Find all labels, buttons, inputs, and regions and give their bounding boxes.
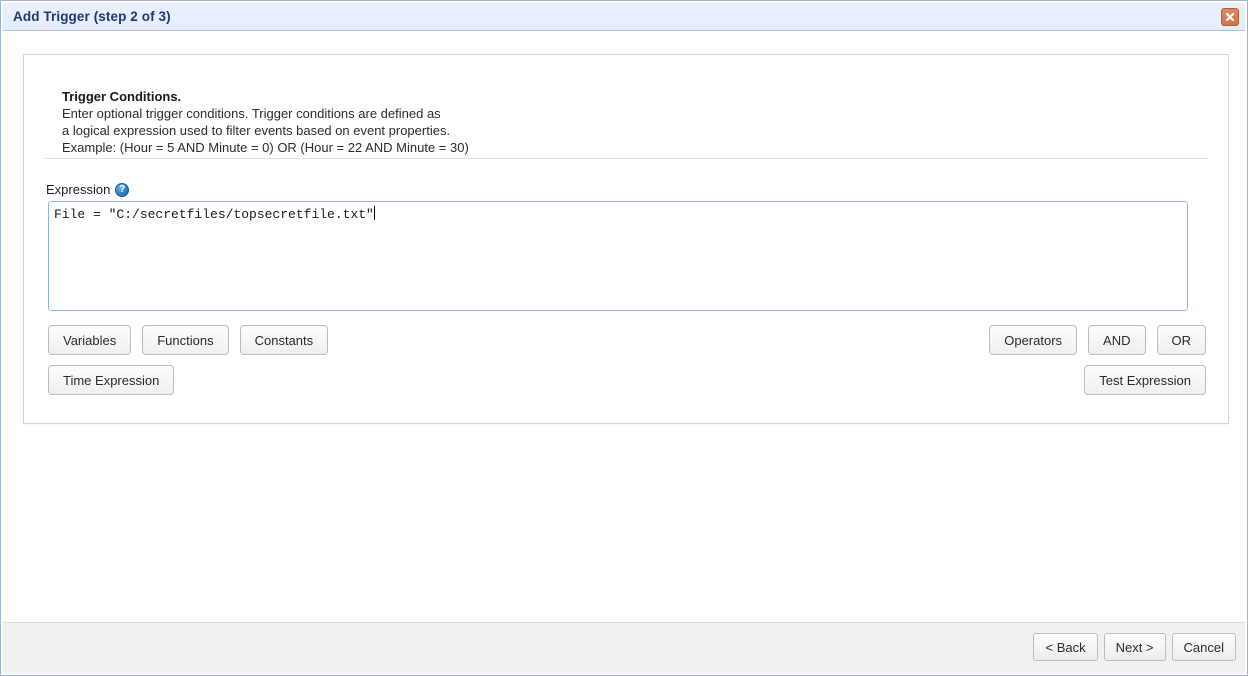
time-expression-button[interactable]: Time Expression	[48, 365, 175, 395]
wizard-navigation: < Back Next > Cancel	[1033, 633, 1236, 661]
expression-label: Expression	[46, 182, 111, 197]
back-button[interactable]: < Back	[1033, 633, 1098, 661]
cancel-button[interactable]: Cancel	[1171, 633, 1236, 661]
dialog-title: Add Trigger (step 2 of 3)	[13, 9, 171, 24]
add-trigger-dialog: Add Trigger (step 2 of 3) Trigger Condit…	[0, 0, 1248, 676]
trigger-conditions-panel: Trigger Conditions. Enter optional trigg…	[23, 54, 1229, 424]
help-icon[interactable]: ?	[115, 182, 130, 197]
functions-button[interactable]: Functions	[142, 325, 229, 355]
expression-value: File = "C:/secretfiles/topsecretfile.txt…	[54, 207, 374, 222]
panel-intro: Trigger Conditions. Enter optional trigg…	[62, 88, 1192, 156]
expression-tools-row-secondary: Time Expression	[48, 365, 175, 395]
dialog-body: Trigger Conditions. Enter optional trigg…	[3, 32, 1245, 622]
panel-description-line-1: Enter optional trigger conditions. Trigg…	[62, 106, 441, 121]
close-icon[interactable]	[1221, 8, 1239, 26]
expression-label-row: Expression ?	[46, 182, 130, 197]
expression-input[interactable]: File = "C:/secretfiles/topsecretfile.txt…	[48, 201, 1188, 311]
panel-heading: Trigger Conditions.	[62, 89, 182, 104]
constants-button[interactable]: Constants	[239, 325, 329, 355]
text-caret	[373, 206, 375, 220]
expression-tools-row-primary: Variables Functions Constants	[48, 325, 329, 355]
operator-tools-row-secondary: Test Expression	[1084, 365, 1206, 395]
variables-button[interactable]: Variables	[48, 325, 132, 355]
panel-description-line-2: a logical expression used to filter even…	[62, 123, 451, 138]
test-expression-button[interactable]: Test Expression	[1084, 365, 1206, 395]
panel-description-line-3: Example: (Hour = 5 AND Minute = 0) OR (H…	[62, 140, 469, 155]
operator-tools-row-primary: Operators AND OR	[989, 325, 1206, 355]
dialog-footer: < Back Next > Cancel	[3, 622, 1245, 673]
or-button[interactable]: OR	[1156, 325, 1206, 355]
operators-button[interactable]: Operators	[989, 325, 1078, 355]
panel-divider	[44, 158, 1209, 159]
next-button[interactable]: Next >	[1103, 633, 1166, 661]
dialog-titlebar: Add Trigger (step 2 of 3)	[3, 3, 1245, 31]
and-button[interactable]: AND	[1088, 325, 1146, 355]
